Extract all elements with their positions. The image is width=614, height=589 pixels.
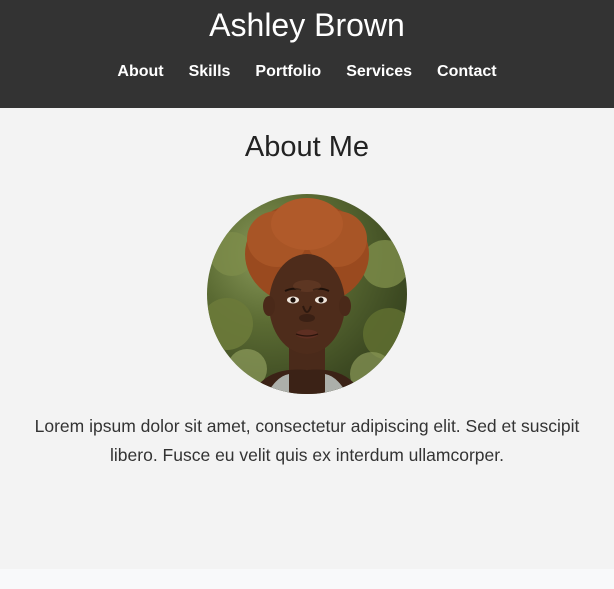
- about-heading: About Me: [244, 131, 370, 163]
- nav-link-skills[interactable]: Skills: [189, 62, 231, 82]
- about-section: About Me Lorem ipsum dolor sit amet, con…: [0, 108, 614, 569]
- site-header: Ashley Brown About Skills Portfolio Serv…: [0, 0, 614, 108]
- nav-link-services[interactable]: Services: [346, 62, 412, 82]
- nav-link-contact[interactable]: Contact: [437, 62, 497, 82]
- profile-photo: [207, 194, 407, 394]
- about-bio: Lorem ipsum dolor sit amet, consectetur …: [34, 416, 580, 465]
- main-nav: About Skills Portfolio Services Contact: [0, 62, 614, 82]
- page-footer-strip: [0, 569, 614, 589]
- nav-link-portfolio[interactable]: Portfolio: [255, 62, 321, 82]
- nav-link-about[interactable]: About: [117, 62, 163, 82]
- site-title: Ashley Brown: [209, 7, 405, 43]
- portrait-illustration: [207, 198, 407, 394]
